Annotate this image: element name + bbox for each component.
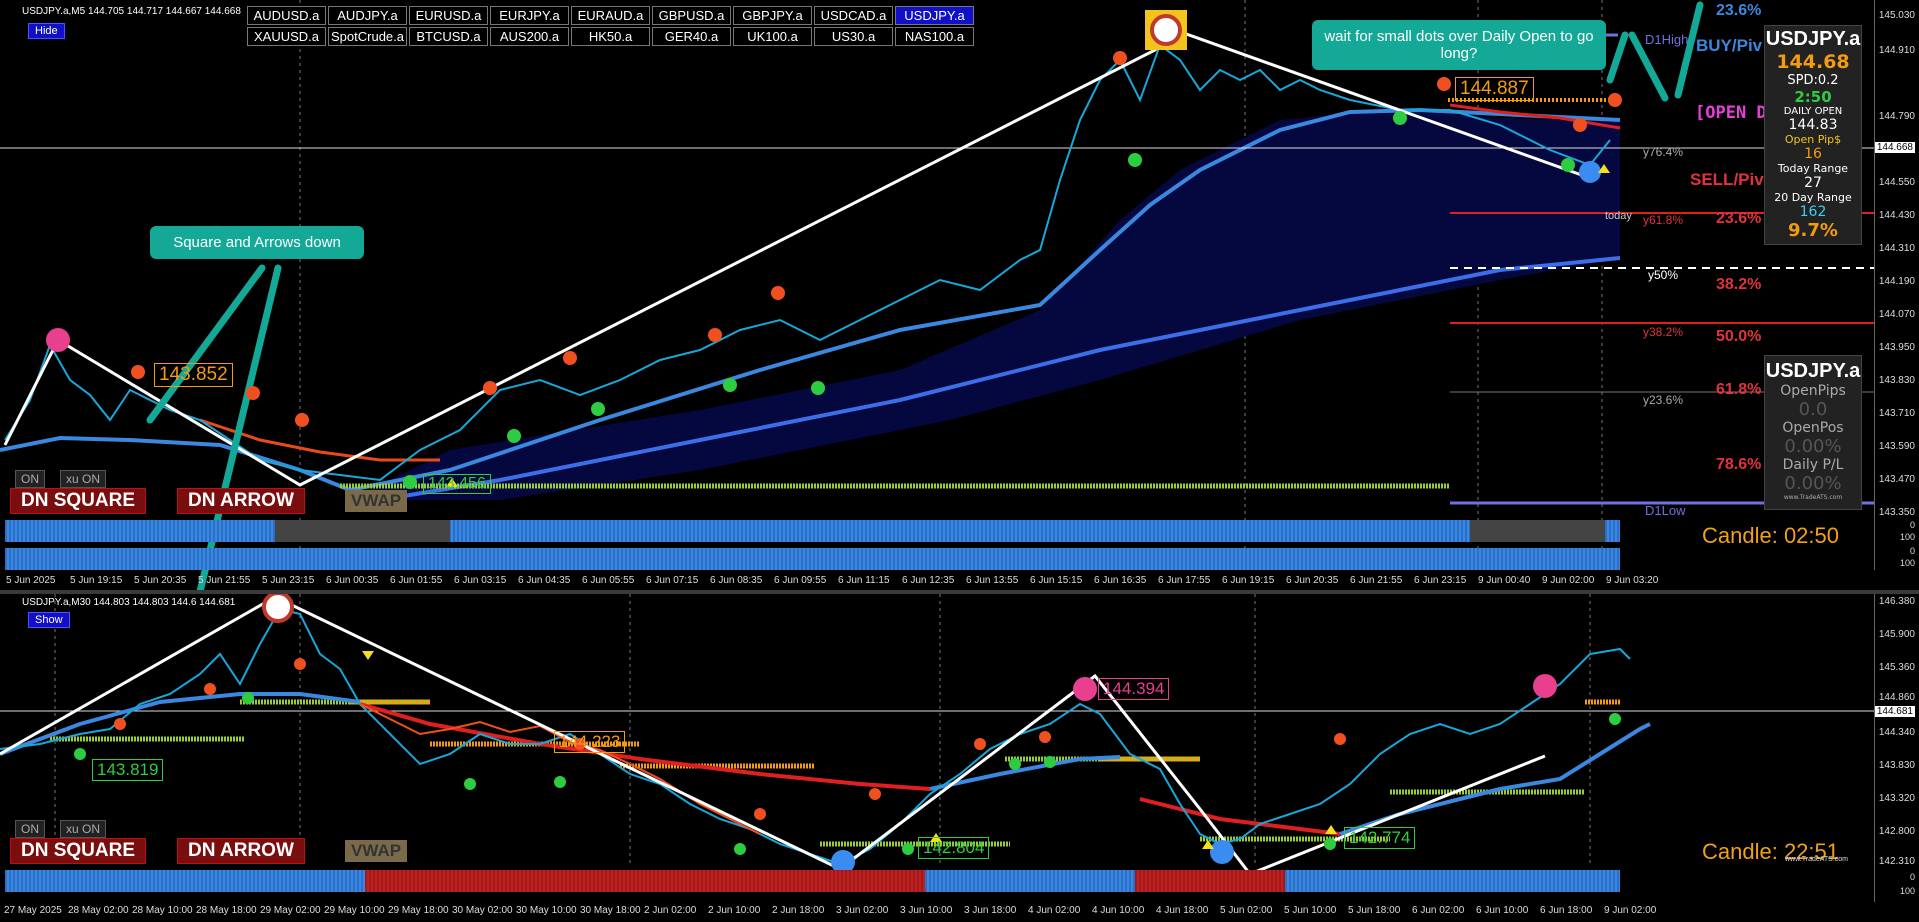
fib-level: 38.2% (1716, 276, 1762, 293)
sell-pivot-label: SELL/Piv (1690, 170, 1764, 189)
symbol-button[interactable]: HK50.a (571, 27, 650, 46)
chart-pane-m30[interactable]: USDJPY.a,M30 144.803 144.803 144.6 144.6… (0, 594, 1919, 902)
price-tag: 144.887 (1455, 77, 1534, 101)
symbol-button[interactable]: AUDJPY.a (328, 6, 407, 25)
panel-open-pips: 16 (1804, 146, 1822, 162)
on-toggle[interactable]: ON (15, 820, 45, 838)
fib-small-label: y50% (1648, 268, 1679, 282)
panel-20day-label: 20 Day Range (1774, 191, 1852, 204)
symbol-button[interactable]: NAS100.a (895, 27, 974, 46)
daily-info-panel: USDJPY.a 144.68 SPD:0.2 2:50 DAILY OPEN … (1764, 25, 1862, 245)
hide-button[interactable]: Hide (28, 23, 65, 39)
d1low-label: D1Low (1645, 503, 1686, 518)
panel-20day: 162 (1799, 204, 1827, 220)
symbol-button[interactable]: EURAUD.a (571, 6, 650, 25)
symbol-button[interactable]: GER40.a (652, 27, 731, 46)
pos-open-pips-label: OpenPips (1780, 383, 1846, 399)
xu-on-toggle[interactable]: xu ON (60, 820, 107, 838)
dn-square-button[interactable]: DN SQUARE (10, 488, 147, 514)
on-toggle[interactable]: ON (15, 470, 45, 488)
m30-time-axis[interactable]: 27 May 2025 28 May 02:00 28 May 10:00 28… (0, 902, 1880, 920)
pos-open-pips: 0.0 (1798, 399, 1828, 420)
price-tag: 142.774 (1344, 827, 1416, 849)
vwap-button[interactable]: VWAP (345, 840, 408, 862)
d1high-label: D1High (1645, 32, 1689, 47)
position-panel: USDJPY.a OpenPips 0.0 OpenPos 0.00% Dail… (1764, 355, 1862, 510)
pos-daily-pl: 0.00% (1784, 473, 1842, 494)
price-tag: 143.456 (423, 474, 491, 494)
panel-spread: SPD:0.2 (1787, 73, 1839, 88)
open-daily-label: [OPEN D (1695, 103, 1767, 123)
fib-small-label: y23.6% (1643, 393, 1684, 407)
symbol-button[interactable]: GBPUSD.a (652, 6, 731, 25)
brand-watermark: www.TradeATS.com (1783, 494, 1843, 501)
fib-level: 78.6% (1716, 456, 1762, 473)
price-tag: 143.819 (92, 759, 164, 781)
callout-square-arrows: Square and Arrows down (150, 226, 364, 259)
m30-price-axis[interactable]: 146.380 145.900 145.360 144.860 144.681 … (1874, 594, 1919, 867)
symbol-button[interactable]: AUDUSD.a (247, 6, 326, 25)
pos-daily-pl-label: Daily P/L (1782, 457, 1844, 473)
panel-today-range: 27 (1804, 175, 1822, 191)
symbol-button[interactable]: GBPJPY.a (733, 6, 812, 25)
m5-time-axis[interactable]: 5 Jun 2025 5 Jun 19:15 5 Jun 20:35 5 Jun… (0, 572, 1880, 590)
candle-timer: Candle: 02:50 (1702, 523, 1839, 548)
chart-pane-m5[interactable]: USDJPY.a,M5 144.705 144.717 144.667 144.… (0, 0, 1919, 590)
panel-price: 144.68 (1776, 51, 1850, 73)
panel-daily-open: 144.83 (1788, 117, 1838, 133)
indicator-strip-1 (5, 520, 1620, 542)
panel-daily-open-label: DAILY OPEN (1783, 106, 1843, 117)
symbol-button[interactable]: USDCAD.a (814, 6, 893, 25)
indicator-strip-m30 (5, 870, 1620, 892)
price-tag: 144.223 (554, 731, 626, 753)
symbol-button[interactable]: BTCUSD.a (409, 27, 488, 46)
price-tag: 144.394 (1098, 678, 1170, 700)
brand-watermark: www.TradeATS.com (1785, 856, 1849, 863)
panel-pct: 9.7% (1788, 220, 1838, 241)
today-label: today (1605, 210, 1632, 222)
fib-small-label: y38.2% (1643, 325, 1684, 339)
xu-on-toggle[interactable]: xu ON (60, 470, 107, 488)
show-button[interactable]: Show (28, 612, 70, 628)
panel-open-pips-label: Open Pip$ (1784, 133, 1842, 146)
symbol-button[interactable]: EURUSD.a (409, 6, 488, 25)
fib-level: 23.6% (1716, 210, 1762, 227)
m30-chart-title: USDJPY.a,M30 144.803 144.803 144.6 144.6… (22, 597, 236, 608)
m5-price-axis[interactable]: 145.030 144.910 144.790 144.668 144.550 … (1874, 0, 1919, 520)
m5-chart-title: USDJPY.a,M5 144.705 144.717 144.667 144.… (22, 6, 241, 17)
fib-level: 50.0% (1716, 328, 1762, 345)
fib-small-label: y76.4% (1643, 145, 1684, 159)
panel-today-range-label: Today Range (1777, 162, 1849, 175)
pos-symbol: USDJPY.a (1765, 360, 1861, 382)
panel-time: 2:50 (1794, 88, 1832, 106)
fib-level: 23.6% (1716, 2, 1762, 19)
dn-arrow-button[interactable]: DN ARROW (177, 838, 305, 864)
symbol-button[interactable]: SpotCrude.a (328, 27, 407, 46)
symbol-button[interactable]: EURJPY.a (490, 6, 569, 25)
dn-arrow-button[interactable]: DN ARROW (177, 488, 305, 514)
symbol-button[interactable]: US30.a (814, 27, 893, 46)
dn-square-button[interactable]: DN SQUARE (10, 838, 147, 864)
symbol-switcher: AUDUSD.a AUDJPY.a EURUSD.a EURJPY.a EURA… (247, 6, 1027, 48)
fib-small-label: y61.8% (1643, 213, 1684, 227)
symbol-button[interactable]: UK100.a (733, 27, 812, 46)
price-tag: 143.852 (154, 363, 233, 387)
price-tag: 142.804 (918, 837, 990, 859)
indicator-strip-2 (5, 548, 1620, 570)
symbol-button[interactable]: XAUUSD.a (247, 27, 326, 46)
pos-open-pos-label: OpenPos (1782, 420, 1844, 436)
indicator-axis: 0 100 (1874, 866, 1919, 902)
symbol-button[interactable]: AUS200.a (490, 27, 569, 46)
indicator-axis: 0 100 0 100 (1874, 520, 1919, 570)
symbol-button-active[interactable]: USDJPY.a (895, 6, 974, 25)
callout-wait-long: wait for small dots over Daily Open to g… (1312, 20, 1606, 70)
vwap-button[interactable]: VWAP (345, 490, 408, 512)
panel-symbol: USDJPY.a (1765, 28, 1861, 50)
buy-pivot-label: BUY/Piv (1696, 36, 1763, 55)
fib-level: 61.8% (1716, 381, 1762, 398)
pos-open-pos: 0.00% (1784, 436, 1842, 457)
